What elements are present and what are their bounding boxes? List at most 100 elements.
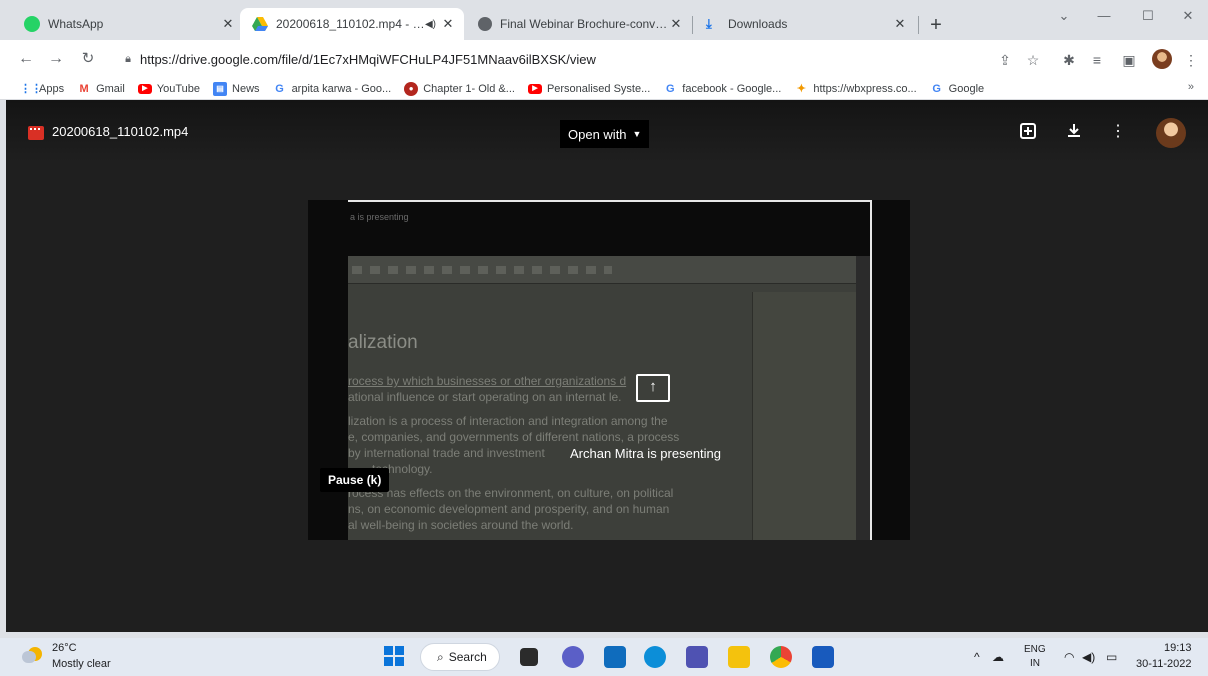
show-hidden-icons[interactable]: ^: [974, 650, 980, 664]
windows-start-icon[interactable]: [384, 646, 404, 666]
browser-toolbar: ← → ↻ 🔒︎ https://drive.google.com/file/d…: [0, 40, 1208, 78]
add-to-drive-icon[interactable]: [1018, 122, 1038, 142]
language-indicator[interactable]: ENG: [1024, 644, 1046, 655]
tab-drive-video[interactable]: 20200618_110102.mp4 - Goo ◀) ✕: [240, 8, 464, 40]
bookmark-personalised-system[interactable]: ▶ Personalised Syste...: [527, 83, 650, 95]
caret-down-icon: ▼: [632, 129, 642, 139]
reload-button[interactable]: ↻: [78, 49, 98, 69]
volume-icon[interactable]: ◀): [1082, 650, 1095, 664]
close-icon[interactable]: ✕: [440, 16, 456, 32]
close-window-button[interactable]: ✕: [1176, 6, 1200, 26]
download-icon: ⤓: [706, 16, 712, 31]
document-line: rocess has effects on the environment, o…: [348, 486, 674, 500]
whatsapp-icon: [24, 16, 40, 32]
weather-moon-icon[interactable]: [22, 647, 44, 665]
youtube-icon: ▶: [137, 83, 152, 94]
extensions-icon[interactable]: ✱: [1060, 51, 1078, 69]
shared-screen-scrollbar: [856, 256, 870, 540]
tab-webinar-brochure[interactable]: Final Webinar Brochure-converte ✕: [466, 8, 692, 40]
google-drive-icon: [252, 17, 268, 31]
google-icon: G: [666, 82, 675, 95]
bookmark-arpita-karwa[interactable]: G arpita karwa - Goo...: [273, 82, 391, 96]
google-icon: G: [275, 82, 284, 95]
apps-grid-icon: ⋮⋮: [20, 82, 42, 95]
video-player[interactable]: a is presenting alization rocess by whic…: [308, 200, 910, 540]
visual-studio-icon[interactable]: [686, 646, 708, 668]
document-line: rocess by which businesses or other orga…: [348, 374, 627, 388]
weather-condition[interactable]: Mostly clear: [52, 658, 111, 670]
word-icon[interactable]: [812, 646, 834, 668]
file-name: 20200618_110102.mp4: [52, 124, 189, 139]
bookmarks-overflow-icon[interactable]: »: [1188, 81, 1194, 93]
taskbar-search[interactable]: ⌕ Search: [420, 643, 500, 671]
mail-icon[interactable]: [604, 646, 626, 668]
document-line: ational influence or start operating on …: [348, 390, 622, 404]
shared-screen: alization rocess by which businesses or …: [348, 256, 856, 540]
document-line: ns, on economic development and prosperi…: [348, 502, 670, 516]
onedrive-icon[interactable]: ☁: [992, 650, 1004, 664]
shared-screen-side-panel: [752, 292, 856, 540]
bookmark-wbxpress[interactable]: ✦ https://wbxpress.co...: [794, 82, 917, 96]
clock-time[interactable]: 19:13: [1164, 642, 1192, 654]
close-icon[interactable]: ✕: [220, 16, 236, 32]
address-bar[interactable]: 🔒︎ https://drive.google.com/file/d/1Ec7x…: [112, 46, 1052, 72]
menu-icon[interactable]: ⋮: [1182, 51, 1200, 69]
screen-border-top: [348, 200, 872, 202]
task-view-icon[interactable]: [520, 648, 538, 666]
tab-whatsapp[interactable]: WhatsApp ✕: [12, 8, 244, 40]
close-icon[interactable]: ✕: [668, 16, 684, 32]
video-file-icon: [28, 126, 44, 140]
new-tab-button[interactable]: +: [924, 14, 948, 38]
tab-downloads[interactable]: ⤓ Downloads ✕: [694, 8, 916, 40]
close-icon[interactable]: ✕: [892, 16, 908, 32]
maximize-button[interactable]: ☐: [1136, 6, 1160, 26]
share-icon[interactable]: ⇪: [996, 51, 1014, 69]
lock-icon[interactable]: 🔒︎: [120, 53, 136, 66]
document-line: e, companies, and governments of differe…: [348, 430, 680, 444]
presenting-upload-icon: ↑: [636, 374, 670, 402]
back-button[interactable]: ←: [16, 49, 36, 69]
presenting-text: Archan Mitra is presenting: [570, 446, 722, 461]
shared-screen-toolbar: [348, 256, 856, 284]
bookmark-star-icon[interactable]: ☆: [1024, 51, 1042, 69]
screen-border-right: [870, 200, 872, 540]
document-heading: alization: [348, 332, 418, 353]
chrome-icon[interactable]: [770, 646, 792, 668]
bookmark-apps[interactable]: ⋮⋮ Apps: [20, 82, 64, 96]
open-with-button[interactable]: Open with ▼: [560, 120, 650, 148]
youtube-icon: ▶: [527, 83, 542, 94]
bookmark-google[interactable]: G Google: [930, 82, 984, 96]
bookmark-facebook-google[interactable]: G facebook - Google...: [663, 82, 781, 96]
tab-search-icon[interactable]: ⌄: [1052, 6, 1076, 26]
language-region[interactable]: IN: [1030, 658, 1040, 669]
google-icon: G: [932, 82, 941, 95]
clock-date[interactable]: 30-11-2022: [1136, 658, 1191, 670]
edge-browser-icon[interactable]: [644, 646, 666, 668]
tab-separator: [918, 16, 919, 34]
battery-icon[interactable]: ▭: [1106, 650, 1117, 664]
reading-list-icon[interactable]: ≡: [1088, 51, 1106, 69]
file-explorer-icon[interactable]: [728, 646, 750, 668]
more-options-icon[interactable]: ⋮: [1108, 122, 1128, 142]
wifi-icon[interactable]: ◠: [1064, 650, 1074, 664]
profile-avatar[interactable]: [1152, 49, 1172, 69]
forward-button[interactable]: →: [46, 49, 66, 69]
chapter-icon: ●: [404, 81, 419, 96]
search-icon: ⌕: [437, 649, 444, 664]
bookmark-chapter-1[interactable]: ● Chapter 1- Old &...: [404, 81, 515, 96]
teams-chat-icon[interactable]: [562, 646, 584, 668]
side-panel-icon[interactable]: ▣: [1120, 51, 1138, 69]
tab-separator: [692, 16, 693, 34]
bookmarks-bar: ⋮⋮ Apps M Gmail ▶ YouTube ▤ News G arpit…: [0, 78, 1208, 100]
bookmark-gmail[interactable]: M Gmail: [77, 82, 124, 96]
document-line: al well-being in societies around the wo…: [348, 518, 574, 532]
bookmark-news[interactable]: ▤ News: [213, 81, 260, 96]
minimize-button[interactable]: —: [1092, 6, 1116, 26]
weather-temperature[interactable]: 26°C: [52, 642, 77, 654]
speaker-icon[interactable]: ◀): [425, 19, 436, 30]
account-avatar[interactable]: [1156, 118, 1186, 148]
presenter-banner: a is presenting: [350, 212, 409, 222]
bookmark-youtube[interactable]: ▶ YouTube: [137, 83, 200, 95]
url-text[interactable]: https://drive.google.com/file/d/1Ec7xHMq…: [140, 52, 596, 67]
download-icon[interactable]: [1064, 122, 1084, 142]
